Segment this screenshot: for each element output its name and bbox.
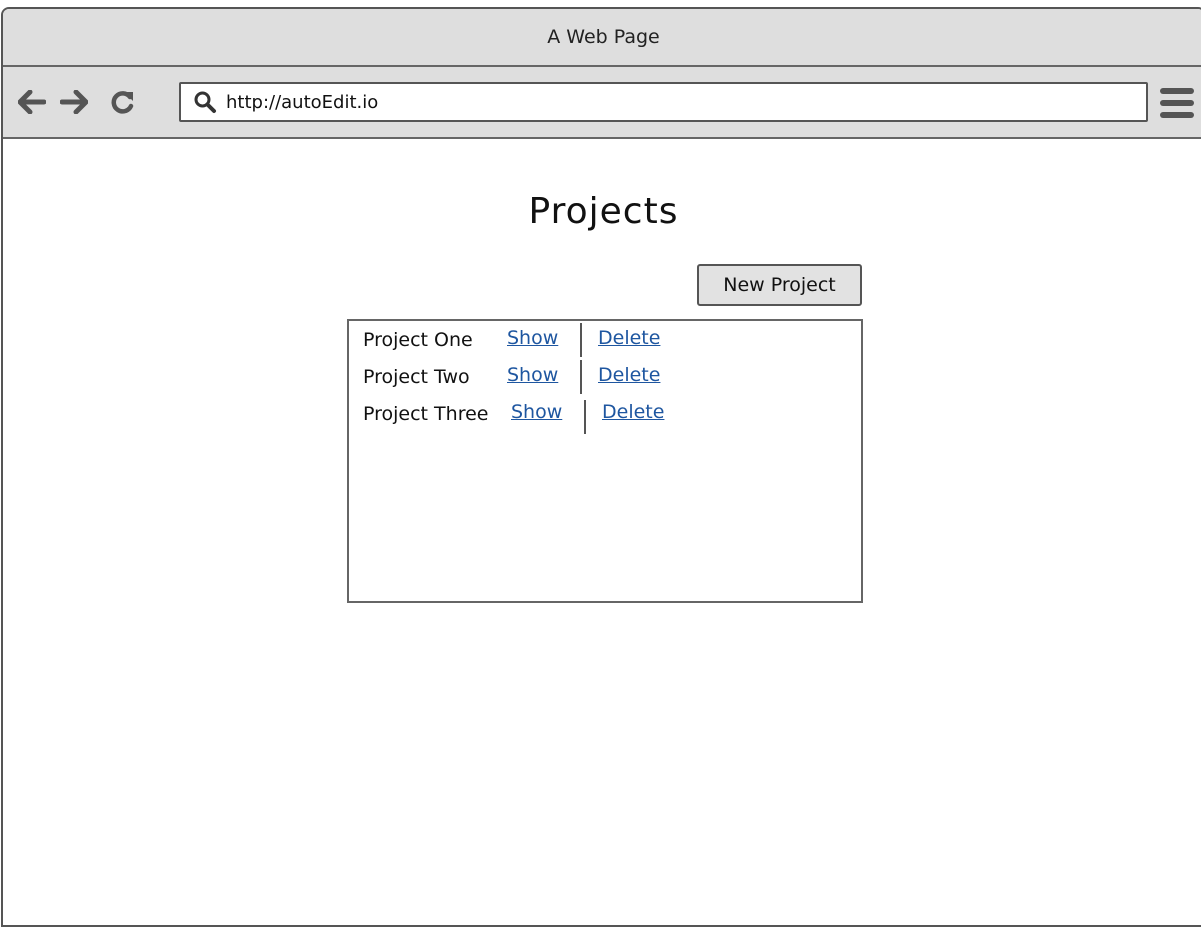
reload-button[interactable]: [108, 87, 138, 117]
list-item: Project Three Show Delete: [363, 397, 664, 434]
projects-list: Project One Show Delete Project Two Show…: [347, 319, 863, 603]
back-button[interactable]: [17, 87, 47, 117]
list-item: Project Two Show Delete: [363, 360, 660, 394]
arrow-left-icon: [18, 90, 46, 114]
row-divider: [580, 323, 582, 357]
row-divider: [584, 400, 586, 434]
address-bar[interactable]: http://autoEdit.io: [179, 82, 1148, 122]
reload-icon: [111, 91, 134, 114]
show-link[interactable]: Show: [507, 364, 558, 386]
address-url[interactable]: http://autoEdit.io: [226, 92, 378, 113]
project-name: Project Two: [363, 366, 470, 388]
new-project-button[interactable]: New Project: [697, 264, 862, 306]
delete-link[interactable]: Delete: [598, 364, 660, 386]
window-titlebar: A Web Page: [3, 9, 1201, 67]
arrow-right-icon: [60, 90, 88, 114]
page-content: Projects New Project Project One Show De…: [3, 139, 1201, 925]
page-title: Projects: [528, 191, 679, 232]
show-link[interactable]: Show: [507, 327, 558, 349]
row-divider: [580, 360, 582, 394]
project-name: Project One: [363, 329, 473, 351]
project-name: Project Three: [363, 403, 489, 425]
forward-button[interactable]: [59, 87, 89, 117]
browser-window: A Web Page http://autoEdit.io Projects N…: [1, 7, 1201, 927]
window-title: A Web Page: [547, 26, 660, 48]
search-icon: [192, 89, 218, 115]
list-item: Project One Show Delete: [363, 323, 660, 357]
browser-toolbar: http://autoEdit.io: [3, 67, 1201, 139]
delete-link[interactable]: Delete: [598, 327, 660, 349]
show-link[interactable]: Show: [511, 401, 562, 423]
hamburger-menu-icon[interactable]: [1160, 88, 1194, 118]
delete-link[interactable]: Delete: [602, 401, 664, 423]
